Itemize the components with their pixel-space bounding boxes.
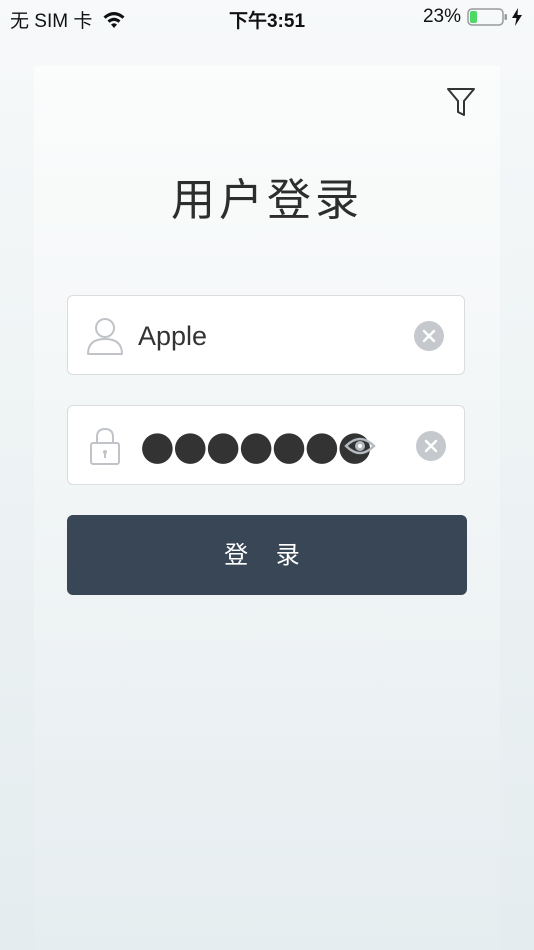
username-clear-button[interactable] (414, 321, 444, 351)
password-input[interactable]: ●●●●●●● (140, 423, 372, 469)
username-field[interactable] (67, 295, 465, 375)
status-right: 23% (423, 6, 522, 28)
battery-percent: 23% (422, 6, 461, 27)
password-clear-button[interactable] (416, 431, 446, 461)
status-bar: 无 SIM 卡 下午3:51 23% (0, 0, 534, 36)
password-field[interactable]: ●●●●●●● (67, 405, 465, 485)
user-icon (86, 316, 124, 356)
login-button[interactable]: 登 录 (67, 515, 467, 595)
clear-icon (424, 439, 438, 453)
clear-icon (422, 329, 436, 343)
filter-icon[interactable] (446, 86, 476, 118)
lock-icon (88, 426, 122, 466)
eye-icon[interactable] (344, 432, 376, 460)
charging-icon (512, 8, 522, 26)
page-title: 用户登录 (171, 175, 363, 226)
battery-icon (467, 7, 509, 27)
username-input[interactable] (138, 316, 408, 356)
